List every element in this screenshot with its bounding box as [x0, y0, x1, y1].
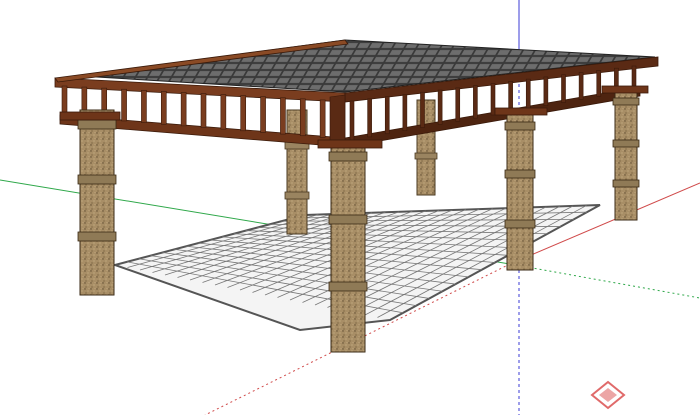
- pillar-back-right: [414, 99, 438, 196]
- pillar-front-left: [77, 109, 117, 296]
- pillar-front-right: [504, 109, 536, 271]
- pillar-front-center: [328, 139, 368, 353]
- model-viewport[interactable]: [0, 0, 700, 415]
- pergola-roof: [54, 39, 659, 148]
- diamond-logo-icon: [590, 380, 626, 410]
- pillar-back-far-right: [612, 87, 640, 221]
- axis-green-dotted: [509, 263, 700, 299]
